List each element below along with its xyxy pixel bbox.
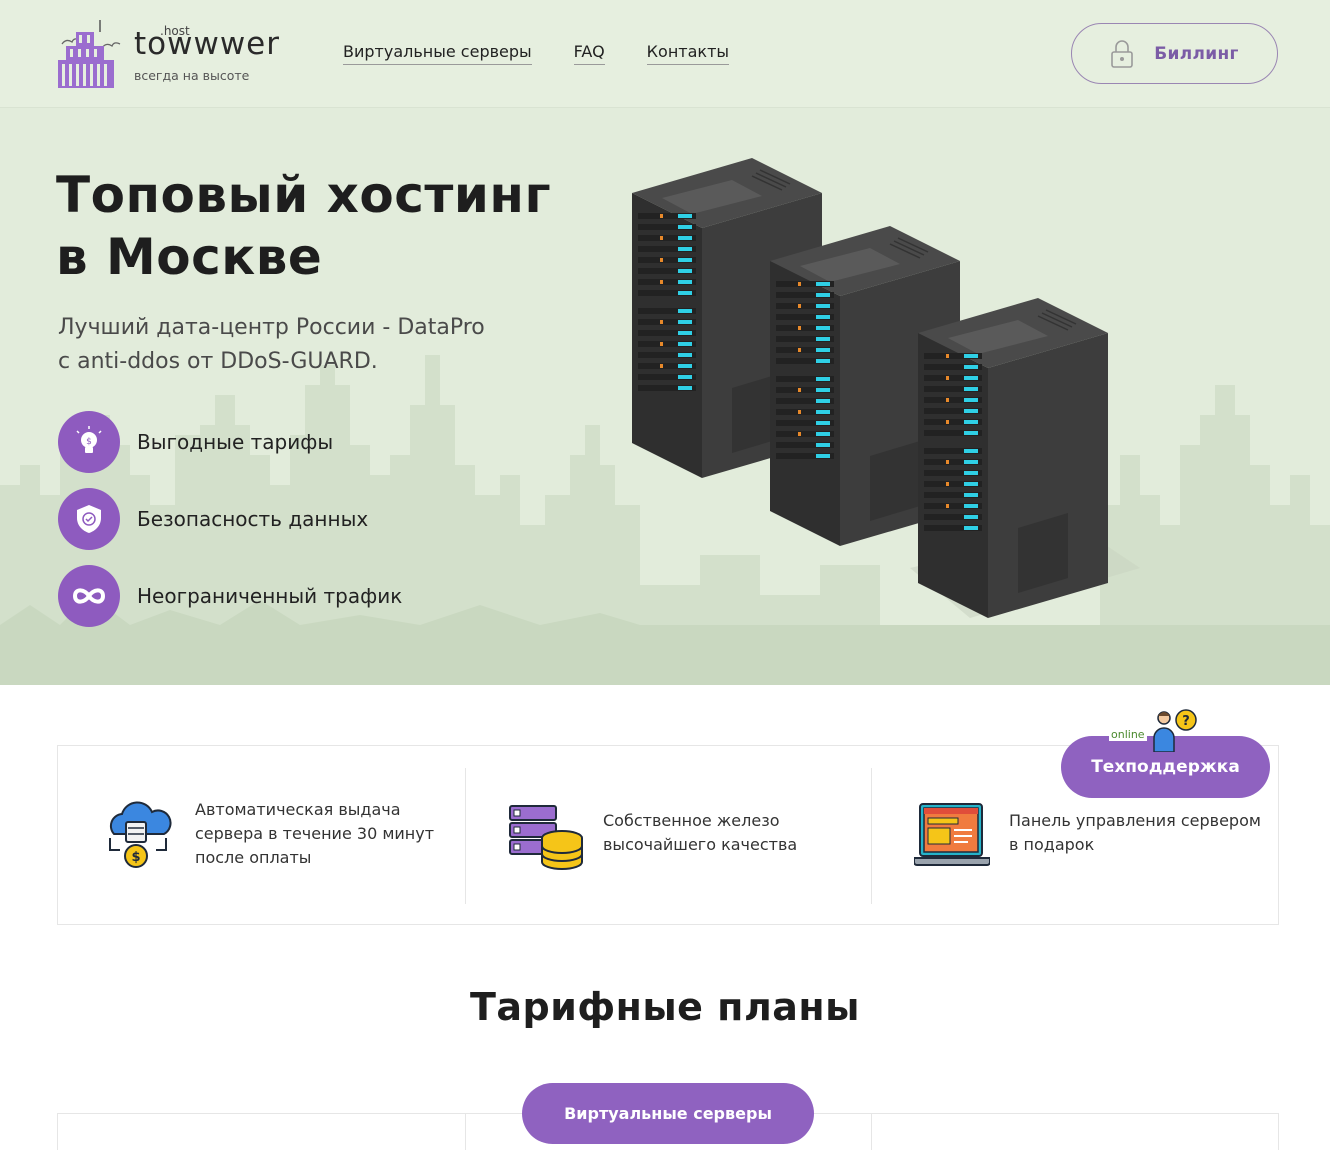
feature-list: $ Выгодные тарифы Безопасность данных Не… xyxy=(58,411,402,642)
plans-divider xyxy=(465,1114,466,1150)
svg-text:$: $ xyxy=(131,850,140,865)
plans-divider xyxy=(871,1114,872,1150)
hero-title: Топовый хостинг в Москве xyxy=(56,164,551,288)
logo-building-icon xyxy=(58,20,121,88)
feature-label: Выгодные тарифы xyxy=(137,430,334,454)
site-header: .host towwwer всегда на высоте Виртуальн… xyxy=(0,0,1330,108)
logo[interactable]: .host towwwer всегда на высоте xyxy=(56,18,296,90)
feature-item: Безопасность данных xyxy=(58,488,402,550)
advantage-text: Панель управления сервером в подарок xyxy=(1009,811,1261,854)
server-racks-illustration xyxy=(631,157,1140,619)
nav-link-virtual-servers[interactable]: Виртуальные серверы xyxy=(343,42,532,65)
advantage-item: Собственное железо высочайшего качества xyxy=(465,768,871,904)
nav-link-contacts[interactable]: Контакты xyxy=(646,42,730,65)
feature-item: $ Выгодные тарифы xyxy=(58,411,402,473)
logo-slogan: всегда на высоте xyxy=(134,68,250,83)
lightbulb-dollar-icon: $ xyxy=(58,411,120,473)
advantage-text: Автоматическая выдача сервера в течение … xyxy=(195,800,435,867)
shield-check-icon xyxy=(58,488,120,550)
advantage-item: $ Автоматическая выдача сервера в течени… xyxy=(58,768,464,904)
support-label: Техподдержка xyxy=(1091,757,1240,777)
infinity-icon xyxy=(58,565,120,627)
support-online-status: online xyxy=(1109,728,1147,741)
advantage-text: Собственное железо высочайшего качества xyxy=(603,811,798,854)
svg-text:$: $ xyxy=(86,437,92,447)
feature-label: Безопасность данных xyxy=(137,507,369,531)
feature-item: Неограниченный трафик xyxy=(58,565,402,627)
control-panel-laptop-icon xyxy=(914,803,990,866)
tab-label: Виртуальные серверы xyxy=(564,1104,772,1123)
hero-subtitle: Лучший дата-центр России - DataPro с ant… xyxy=(58,311,485,379)
cloud-server-payment-icon: $ xyxy=(109,801,172,868)
hero-title-line1: Топовый хостинг xyxy=(56,166,552,224)
feature-label: Неограниченный трафик xyxy=(137,584,403,608)
support-agent-icon: ? xyxy=(1153,709,1197,752)
main-nav: Виртуальные серверы FAQ Контакты xyxy=(343,42,730,65)
tab-virtual-servers[interactable]: Виртуальные серверы xyxy=(522,1083,814,1144)
hero-subtitle-line1: Лучший дата-центр России - DataPro xyxy=(58,315,485,340)
svg-text:?: ? xyxy=(1182,714,1190,729)
hero-section: Топовый хостинг в Москве Лучший дата-цен… xyxy=(0,108,1330,685)
logo-name: towwwer xyxy=(134,26,281,62)
billing-label: Биллинг xyxy=(1154,43,1239,64)
lock-icon xyxy=(1111,39,1134,68)
nav-link-faq[interactable]: FAQ xyxy=(573,42,605,65)
tariffs-title: Тарифные планы xyxy=(469,985,861,1029)
billing-button[interactable]: Биллинг xyxy=(1071,23,1278,84)
server-database-icon xyxy=(509,805,583,870)
hero-subtitle-line2: с anti-ddos от DDoS-GUARD. xyxy=(58,349,378,374)
hero-title-line2: в Москве xyxy=(56,228,323,286)
